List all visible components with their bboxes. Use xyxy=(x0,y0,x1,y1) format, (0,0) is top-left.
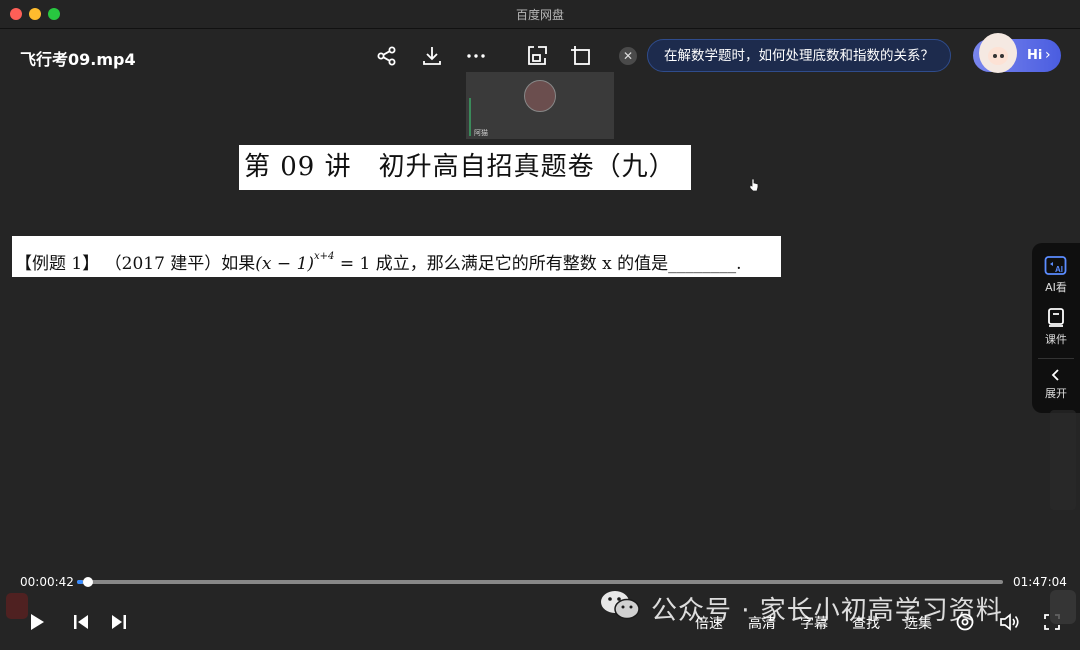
ai-watch-button[interactable]: AI AI看 xyxy=(1032,255,1080,295)
ai-watch-label: AI看 xyxy=(1045,281,1067,294)
file-name: 飞行考09.mp4 xyxy=(20,50,136,69)
window-titlebar: 百度网盘 xyxy=(0,0,1080,29)
episodes-button[interactable]: 选集 xyxy=(904,613,932,633)
ai-question-bubble[interactable]: 在解数学题时，如何处理底数和指数的关系？ xyxy=(647,39,951,72)
ai-watch-icon: AI xyxy=(1044,256,1067,275)
expand-label: 展开 xyxy=(1045,387,1067,400)
courseware-button[interactable]: 课件 xyxy=(1032,307,1080,347)
volume-button[interactable] xyxy=(999,612,1021,632)
hi-label: Hi xyxy=(1027,48,1043,63)
skip-previous-icon xyxy=(74,615,88,629)
close-question-icon[interactable]: ✕ xyxy=(619,47,637,65)
total-time: 01:47:04 xyxy=(1013,575,1067,589)
question-exponent: x+4 xyxy=(314,251,335,262)
camera-audio-bar xyxy=(469,98,471,136)
mini-thumbnail-left xyxy=(6,593,28,619)
wechat-icon xyxy=(601,591,640,620)
download-icon[interactable] xyxy=(420,44,444,68)
current-time: 00:00:42 xyxy=(20,575,74,589)
volume-icon xyxy=(1000,613,1019,631)
settings-button[interactable] xyxy=(955,612,975,632)
mini-thumbnail-right xyxy=(1050,590,1076,624)
presenter-camera-overlay: 阿猫 xyxy=(466,72,614,139)
courseware-label: 课件 xyxy=(1045,333,1067,346)
question-prefix: 【例题 1】 （2017 建平）如果 xyxy=(15,254,256,274)
video-side-toolbar xyxy=(1050,410,1076,510)
subtitle-button[interactable]: 字幕 xyxy=(800,613,828,633)
side-panel: AI AI看 课件 展开 xyxy=(1032,243,1080,413)
question-suffix: = 1 成立，那么满足它的所有整数 x 的值是________. xyxy=(334,254,742,274)
quality-button[interactable]: 高清 xyxy=(748,613,776,633)
progress-bar[interactable] xyxy=(77,577,1003,587)
assistant-avatar xyxy=(979,33,1017,73)
hand-cursor-icon xyxy=(749,178,759,192)
presenter-name: 阿猫 xyxy=(474,129,488,137)
slide-title: 第 09 讲 初升高自招真题卷（九） xyxy=(239,145,691,190)
slide-question: 【例题 1】 （2017 建平）如果(x − 1)x+4 = 1 成立，那么满足… xyxy=(12,236,781,277)
share-icon[interactable] xyxy=(375,44,399,68)
svg-text:AI: AI xyxy=(1055,265,1063,274)
more-icon[interactable] xyxy=(464,44,488,68)
question-base: (x − 1) xyxy=(255,254,315,274)
next-button[interactable] xyxy=(110,612,128,632)
skip-next-icon xyxy=(112,615,126,629)
previous-button[interactable] xyxy=(72,612,90,632)
progress-knob[interactable] xyxy=(83,577,94,587)
window-title: 百度网盘 xyxy=(515,8,564,22)
play-button[interactable] xyxy=(28,612,46,632)
mini-window-icon[interactable] xyxy=(569,44,593,68)
chevron-right-icon: › xyxy=(1045,47,1051,63)
picture-in-picture-icon[interactable] xyxy=(525,44,549,68)
side-divider xyxy=(1038,358,1074,359)
play-icon xyxy=(31,614,44,630)
courseware-icon xyxy=(1048,308,1064,327)
expand-button[interactable]: 展开 xyxy=(1032,367,1080,401)
chevron-left-icon xyxy=(1051,369,1059,381)
search-button[interactable]: 查找 xyxy=(852,613,880,633)
ai-assistant-button[interactable]: Hi › xyxy=(973,33,1061,73)
presenter-avatar xyxy=(524,80,556,112)
settings-icon xyxy=(956,613,974,631)
speed-button[interactable]: 倍速 xyxy=(695,613,723,633)
